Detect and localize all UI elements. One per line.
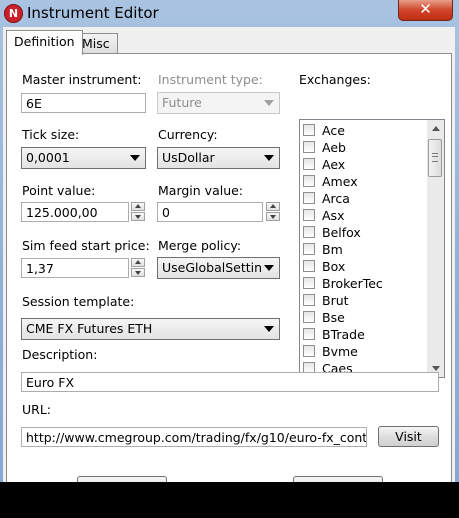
exchange-checkbox[interactable]: [303, 141, 315, 153]
visit-button[interactable]: Visit: [378, 426, 439, 447]
sim-feed-start-price-input[interactable]: 1,37: [21, 258, 129, 278]
tab-definition[interactable]: Definition: [6, 30, 83, 55]
exchange-checkbox[interactable]: [303, 124, 315, 136]
spin-up-icon[interactable]: [266, 202, 280, 211]
exchange-checkbox[interactable]: [303, 277, 315, 289]
exchange-checkbox[interactable]: [303, 294, 315, 306]
exchange-label: Bm: [322, 242, 343, 257]
exchange-label: Ace: [322, 123, 345, 138]
dropdown-arrow-icon: [264, 326, 274, 332]
close-button[interactable]: ✕: [398, 0, 453, 21]
exchange-checkbox[interactable]: [303, 345, 315, 357]
point-value-label: Point value:: [22, 183, 96, 198]
merge-policy-label: Merge policy:: [158, 238, 242, 253]
exchange-label: Amex: [322, 174, 358, 189]
exchange-checkbox[interactable]: [303, 311, 315, 323]
dropdown-arrow-icon: [264, 265, 274, 271]
exchange-label: Bvme: [322, 344, 358, 359]
instrument-type-label: Instrument type:: [158, 72, 263, 87]
exchange-checkbox[interactable]: [303, 158, 315, 170]
window-title: Instrument Editor: [27, 4, 159, 22]
exchange-checkbox[interactable]: [303, 175, 315, 187]
scroll-up-icon[interactable]: [427, 120, 444, 137]
spin-down-icon[interactable]: [131, 212, 145, 221]
exchange-checkbox[interactable]: [303, 328, 315, 340]
spin-down-icon[interactable]: [266, 212, 280, 221]
exchanges-list[interactable]: Ace Aeb Aex Amex Arca Asx Belfox Bm Box BrokerTec…: [299, 119, 445, 378]
dialog-body: Definition Misc Master instrument: 6E In…: [3, 27, 455, 482]
scroll-thumb[interactable]: [428, 139, 442, 177]
spin-up-icon[interactable]: [131, 202, 145, 211]
exchange-checkbox[interactable]: [303, 260, 315, 272]
exchange-label: Arca: [322, 191, 350, 206]
exchange-checkbox[interactable]: [303, 192, 315, 204]
url-input[interactable]: http://www.cmegroup.com/trading/fx/g10/e…: [21, 427, 367, 447]
url-label: URL:: [22, 402, 52, 417]
dropdown-arrow-icon: [264, 100, 274, 106]
spin-down-icon[interactable]: [131, 268, 145, 277]
spin-up-icon[interactable]: [131, 258, 145, 267]
exchange-label: Aex: [322, 157, 346, 172]
session-template-select[interactable]: CME FX Futures ETH: [21, 318, 280, 340]
master-instrument-input[interactable]: 6E: [21, 93, 146, 113]
currency-label: Currency:: [158, 127, 218, 142]
definition-panel: Master instrument: 6E Instrument type: F…: [6, 53, 452, 482]
exchange-checkbox[interactable]: [303, 209, 315, 221]
description-input[interactable]: Euro FX: [21, 372, 439, 392]
exchange-label: Brut: [322, 293, 349, 308]
exchange-label: Asx: [322, 208, 345, 223]
merge-policy-select[interactable]: UseGlobalSettin: [157, 257, 280, 279]
exchange-label: BrokerTec: [322, 276, 383, 291]
exchanges-scrollbar[interactable]: [427, 120, 444, 377]
point-value-spinner[interactable]: [131, 202, 145, 222]
footer-button-right[interactable]: [293, 476, 383, 482]
dropdown-arrow-icon: [130, 155, 140, 161]
currency-value: UsDollar: [162, 150, 215, 165]
tick-size-select[interactable]: 0,0001: [21, 147, 146, 169]
tick-size-value: 0,0001: [26, 150, 70, 165]
exchange-label: Box: [322, 259, 346, 274]
footer-button-left[interactable]: [77, 476, 167, 482]
exchanges-label: Exchanges:: [299, 72, 371, 87]
app-logo-icon: [4, 4, 23, 23]
exchange-checkbox[interactable]: [303, 243, 315, 255]
exchange-label: Bse: [322, 310, 345, 325]
sim-feed-start-price-spinner[interactable]: [131, 258, 145, 278]
margin-value-spinner[interactable]: [266, 202, 280, 222]
instrument-type-value: Future: [162, 95, 202, 110]
title-bar[interactable]: Instrument Editor ✕: [0, 0, 459, 26]
instrument-type-select: Future: [157, 92, 280, 114]
point-value-input[interactable]: 125.000,00: [21, 202, 129, 222]
sim-feed-start-price-label: Sim feed start price:: [22, 238, 150, 253]
instrument-editor-window: Instrument Editor ✕ Definition Misc Mast…: [0, 0, 459, 482]
session-template-value: CME FX Futures ETH: [26, 321, 153, 336]
exchange-label: Belfox: [322, 225, 361, 240]
exchange-label: BTrade: [322, 327, 365, 342]
exchange-label: Aeb: [322, 140, 346, 155]
session-template-label: Session template:: [22, 294, 135, 309]
dropdown-arrow-icon: [264, 155, 274, 161]
tick-size-label: Tick size:: [22, 127, 80, 142]
margin-value-label: Margin value:: [158, 183, 244, 198]
merge-policy-value: UseGlobalSettin: [162, 260, 263, 275]
exchange-checkbox[interactable]: [303, 226, 315, 238]
description-label: Description:: [22, 347, 98, 362]
margin-value-input[interactable]: 0: [157, 202, 263, 222]
currency-select[interactable]: UsDollar: [157, 147, 280, 169]
master-instrument-label: Master instrument:: [22, 72, 142, 87]
